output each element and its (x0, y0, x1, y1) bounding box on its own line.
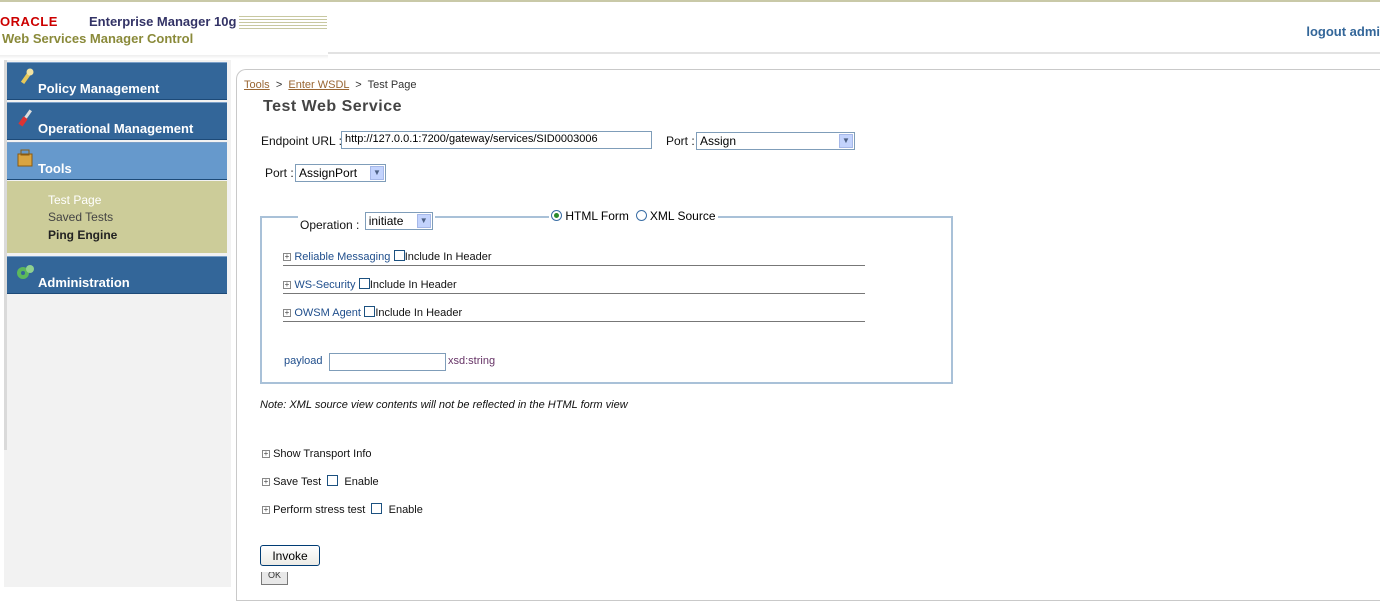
expand-icon[interactable]: + (262, 478, 270, 486)
page-title: Test Web Service (263, 98, 403, 115)
assign-port-select[interactable]: AssignPort ▼ (295, 164, 386, 182)
gears-icon (15, 261, 37, 283)
screwdriver-icon (15, 107, 37, 129)
xml-source-label: XML Source (649, 209, 716, 223)
nav-tools[interactable]: Tools (7, 142, 227, 180)
stress-test-enable-label: Enable (388, 504, 423, 516)
xml-note: Note: XML source view contents will not … (260, 399, 628, 411)
owsm-agent-link[interactable]: OWSM Agent (294, 307, 361, 319)
tools-submenu: Test Page Saved Tests Ping Engine (7, 181, 227, 253)
save-test-row: + Save Test Enable (262, 475, 379, 488)
xml-source-radio[interactable] (635, 210, 647, 221)
assign-port-value: AssignPort (299, 166, 358, 180)
logout-link[interactable]: logout admi (1306, 24, 1380, 39)
product-name: Enterprise Manager 10g (89, 14, 237, 29)
nav-label: Policy Management (38, 81, 160, 96)
operation-select[interactable]: initiate ▼ (364, 212, 433, 230)
header-shadow (0, 55, 328, 59)
breadcrumb-tools[interactable]: Tools (244, 79, 270, 91)
header-divider (328, 52, 1380, 54)
product-subtitle: Web Services Manager Control (2, 31, 194, 46)
reliable-messaging-row: + Reliable Messaging Include In Header (283, 249, 865, 266)
ok-button[interactable]: OK (261, 572, 288, 585)
nav-administration[interactable]: Administration (7, 256, 227, 294)
payload-label: payload (284, 355, 323, 367)
submenu-test-page[interactable]: Test Page (48, 193, 101, 207)
operation-value: initiate (368, 214, 404, 228)
include-in-header-label: Include In Header (375, 307, 463, 319)
submenu-saved-tests[interactable]: Saved Tests (48, 210, 113, 224)
endpoint-label: Endpoint URL : (261, 134, 342, 148)
owsm-agent-row: + OWSM Agent Include In Header (283, 305, 865, 322)
nav-policy-management[interactable]: Policy Management (7, 62, 227, 100)
port-select-value: Assign (700, 134, 737, 148)
save-test-checkbox[interactable] (327, 475, 339, 486)
nav-label: Operational Management (38, 121, 194, 136)
payload-type: xsd:string (448, 355, 496, 367)
port-label: Port : (666, 134, 695, 148)
invoke-button[interactable]: Invoke (260, 545, 320, 566)
expand-icon[interactable]: + (262, 450, 270, 458)
port-label-2: Port : (265, 166, 294, 180)
breadcrumb-current: Test Page (367, 79, 417, 91)
breadcrumb-separator: > (355, 79, 362, 91)
wrench-icon (15, 67, 37, 89)
nav-operational-management[interactable]: Operational Management (7, 102, 227, 140)
ws-security-link[interactable]: WS-Security (294, 279, 355, 291)
stress-test-label: Perform stress test (273, 504, 366, 516)
ws-security-row: + WS-Security Include In Header (283, 277, 865, 294)
endpoint-url-input[interactable]: http://127.0.0.1:7200/gateway/services/S… (341, 131, 652, 149)
view-mode-legend: HTML Form XML Source (549, 209, 718, 223)
oracle-logo: ORACLE (0, 14, 58, 29)
chevron-down-icon[interactable]: ▼ (370, 166, 384, 180)
html-form-label: HTML Form (565, 209, 629, 223)
ws-security-checkbox[interactable] (358, 278, 370, 289)
save-test-enable-label: Enable (344, 476, 379, 488)
operation-label: Operation : (300, 218, 360, 232)
brand-stripes-decoration (239, 16, 327, 30)
stress-test-checkbox[interactable] (371, 503, 383, 514)
toolbox-icon (15, 147, 37, 169)
expand-icon[interactable]: + (283, 281, 291, 289)
include-in-header-label: Include In Header (369, 279, 457, 291)
include-in-header-label: Include In Header (404, 251, 492, 263)
nav-label: Tools (38, 161, 72, 176)
expand-icon[interactable]: + (262, 506, 270, 514)
port-select[interactable]: Assign ▼ (696, 132, 855, 150)
reliable-messaging-link[interactable]: Reliable Messaging (294, 251, 390, 263)
chevron-down-icon[interactable]: ▼ (839, 134, 853, 148)
owsm-agent-checkbox[interactable] (364, 306, 376, 317)
submenu-ping-engine[interactable]: Ping Engine (48, 228, 117, 242)
nav-label: Administration (38, 275, 130, 290)
stress-test-row: + Perform stress test Enable (262, 503, 423, 516)
save-test-label: Save Test (273, 476, 322, 488)
show-transport-row: + Show Transport Info (262, 448, 372, 460)
top-border (0, 0, 1380, 2)
show-transport-label[interactable]: Show Transport Info (273, 448, 371, 460)
payload-input[interactable] (329, 353, 446, 371)
expand-icon[interactable]: + (283, 309, 291, 317)
operation-legend: Operation : initiate ▼ (298, 209, 435, 232)
expand-icon[interactable]: + (283, 253, 291, 261)
breadcrumb-separator: > (275, 79, 283, 91)
breadcrumb-enter-wsdl[interactable]: Enter WSDL (288, 79, 349, 91)
reliable-messaging-checkbox[interactable] (393, 250, 405, 261)
html-form-radio[interactable] (551, 210, 562, 221)
breadcrumb: Tools > Enter WSDL > Test Page (244, 79, 417, 91)
chevron-down-icon[interactable]: ▼ (416, 214, 431, 228)
